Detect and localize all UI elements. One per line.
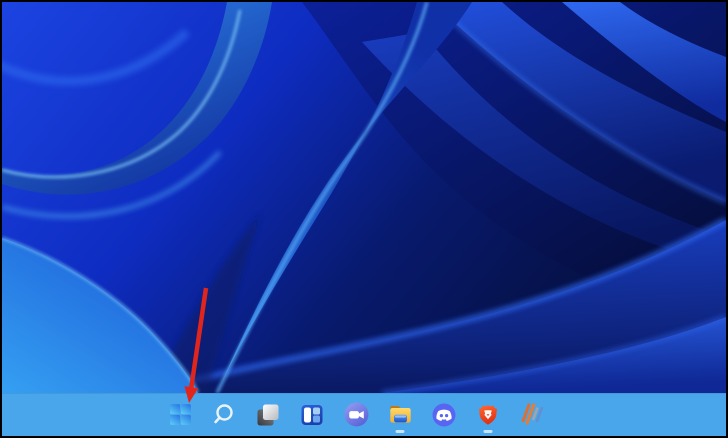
screenshot-root bbox=[0, 0, 728, 438]
brave-button[interactable] bbox=[468, 395, 508, 435]
running-indicator bbox=[483, 429, 493, 433]
diagonal-stripes-app-icon bbox=[521, 403, 543, 425]
search-button[interactable] bbox=[204, 395, 244, 435]
striped-app-button[interactable] bbox=[512, 395, 552, 435]
chat-camera-icon bbox=[344, 402, 368, 427]
windows-11-bloom-wallpaper bbox=[2, 2, 726, 393]
discord-icon bbox=[432, 403, 456, 426]
windows-start-icon bbox=[169, 404, 191, 425]
start-button[interactable] bbox=[160, 395, 200, 435]
discord-button[interactable] bbox=[424, 395, 464, 435]
task-view-button[interactable] bbox=[248, 395, 288, 435]
widgets-button[interactable] bbox=[292, 395, 332, 435]
taskbar bbox=[2, 393, 726, 436]
file-explorer-icon bbox=[389, 405, 411, 423]
widgets-icon bbox=[301, 404, 323, 425]
chat-button[interactable] bbox=[336, 395, 376, 435]
file-explorer-button[interactable] bbox=[380, 395, 420, 435]
running-indicator bbox=[395, 429, 405, 433]
brave-icon bbox=[479, 404, 497, 425]
task-view-icon bbox=[257, 404, 279, 425]
search-icon bbox=[214, 403, 233, 423]
desktop-wallpaper bbox=[2, 2, 726, 393]
taskbar-icon-group bbox=[160, 393, 552, 436]
